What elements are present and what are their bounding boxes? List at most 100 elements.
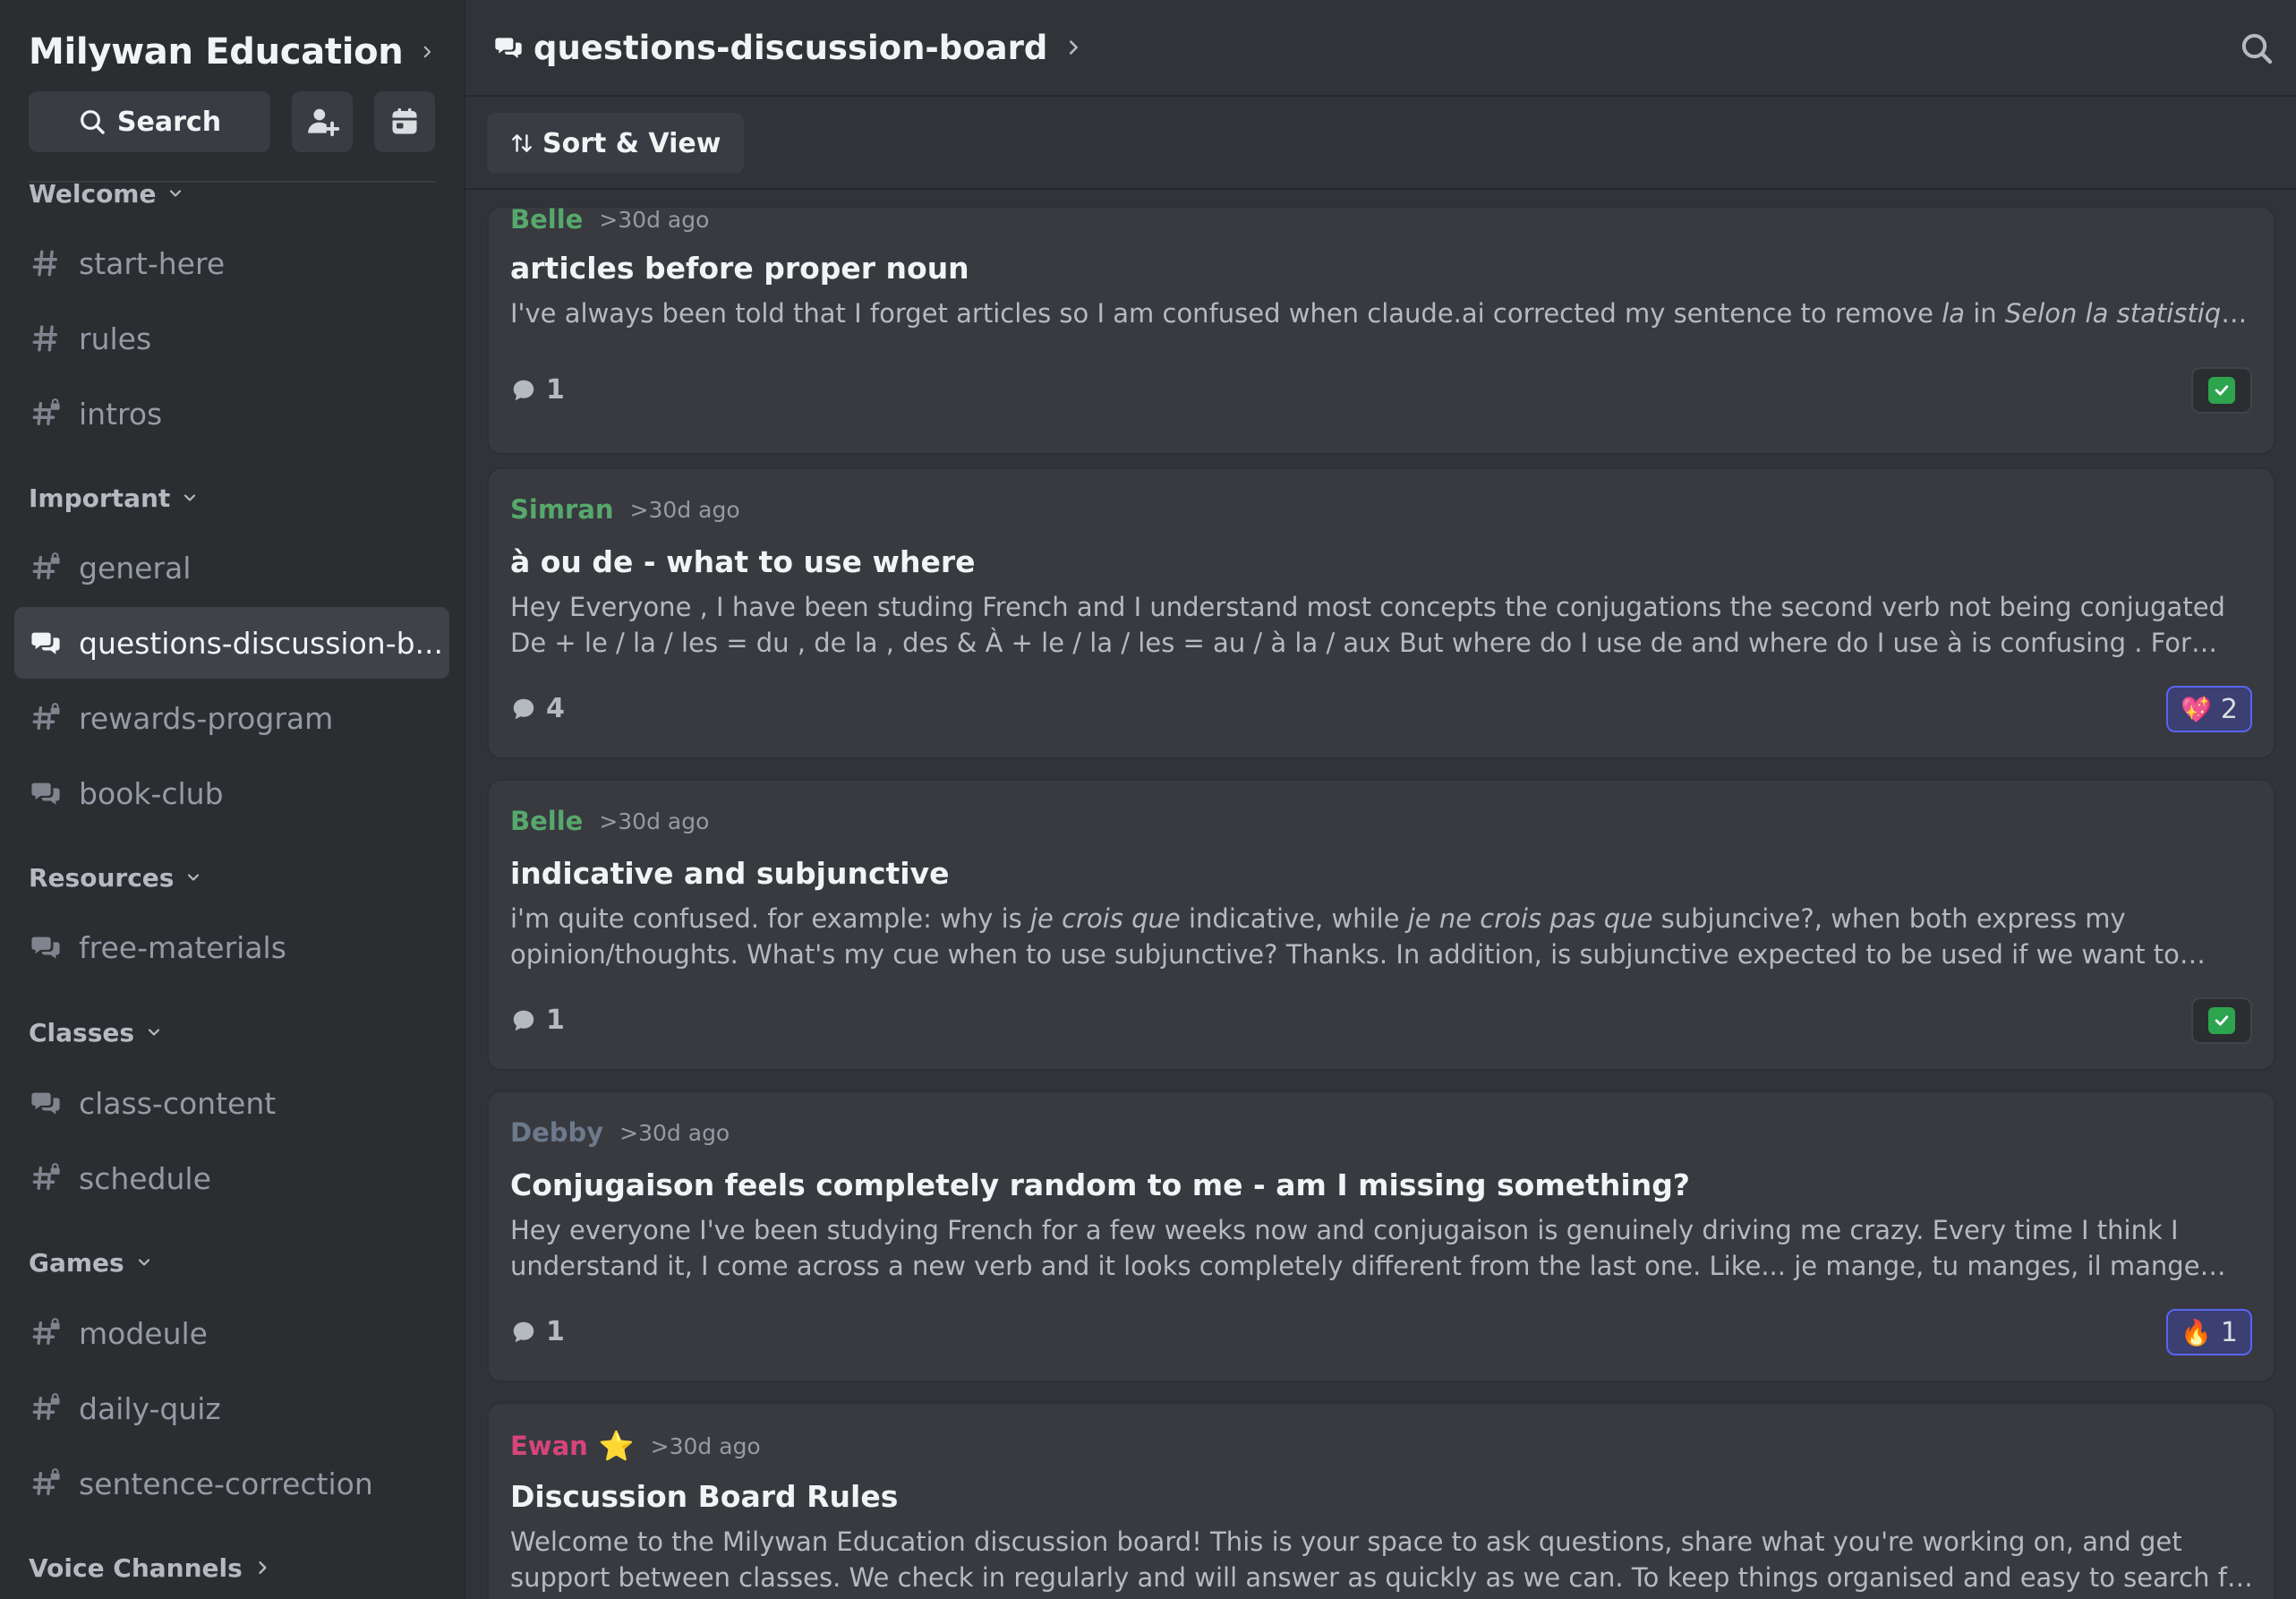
post-preview: Hey Everyone , I have been studing Frenc… bbox=[510, 592, 2225, 658]
server-header[interactable]: Milywan Education bbox=[29, 25, 435, 79]
post-preview: Welcome to the Milywan Education discuss… bbox=[510, 1526, 2254, 1593]
channel-label: sentence-correction bbox=[79, 1466, 373, 1501]
solved-reaction[interactable] bbox=[2191, 367, 2252, 414]
reply-count-value: 1 bbox=[546, 1005, 565, 1036]
solved-reaction[interactable] bbox=[2191, 997, 2252, 1044]
channel-label: general bbox=[79, 550, 192, 586]
forum-icon bbox=[494, 33, 523, 62]
hash-icon bbox=[30, 248, 61, 278]
channel-rules[interactable]: rules bbox=[14, 303, 449, 374]
category-label: Welcome bbox=[29, 178, 157, 209]
hash-lock-icon bbox=[30, 1393, 61, 1424]
search-button[interactable]: Search bbox=[29, 91, 270, 152]
post-card[interactable]: Ewan ⭐ >30d ago Discussion Board Rules W… bbox=[487, 1402, 2275, 1599]
fire-icon: 🔥 bbox=[2181, 1317, 2212, 1347]
channel-schedule[interactable]: schedule bbox=[14, 1142, 449, 1214]
post-meta: Debby >30d ago bbox=[510, 1117, 730, 1148]
hash-lock-icon bbox=[30, 552, 61, 583]
channel-label: start-here bbox=[79, 245, 226, 281]
heart-reaction[interactable]: 💖 2 bbox=[2166, 686, 2252, 732]
channel-free-materials[interactable]: free-materials bbox=[14, 911, 449, 983]
post-list: Belle >30d ago articles before proper no… bbox=[465, 192, 2296, 1599]
chevron-right-icon[interactable] bbox=[1063, 38, 1083, 57]
post-title: Conjugaison feels completely random to m… bbox=[510, 1167, 1690, 1202]
server-name: Milywan Education bbox=[29, 31, 404, 73]
category-label: Games bbox=[29, 1247, 124, 1278]
chevron-right-icon bbox=[253, 1559, 271, 1577]
channel-rewards-program[interactable]: rewards-program bbox=[14, 682, 449, 754]
post-card[interactable]: Belle >30d ago indicative and subjunctiv… bbox=[487, 779, 2275, 1071]
category-games[interactable]: Games bbox=[29, 1244, 153, 1280]
sort-view-label: Sort & View bbox=[542, 127, 721, 159]
reaction-count: 2 bbox=[2220, 693, 2238, 725]
post-time: >30d ago bbox=[599, 206, 710, 233]
page-title: questions-discussion-board bbox=[533, 28, 1048, 67]
post-time: >30d ago bbox=[650, 1432, 761, 1459]
post-author[interactable]: Debby bbox=[510, 1117, 603, 1148]
search-button-label: Search bbox=[116, 106, 222, 138]
channel-label: class-content bbox=[79, 1085, 277, 1121]
post-time: >30d ago bbox=[629, 496, 740, 523]
channel-label: questions-discussion-b... bbox=[79, 625, 444, 661]
channel-book-club[interactable]: book-club bbox=[14, 757, 449, 829]
channel-label: free-materials bbox=[79, 929, 286, 965]
post-meta: Ewan ⭐ >30d ago bbox=[510, 1429, 761, 1463]
reply-count-value: 1 bbox=[546, 374, 565, 406]
post-title: à ou de - what to use where bbox=[510, 544, 976, 579]
check-mark-icon bbox=[2208, 1007, 2235, 1034]
speech-bubble-icon bbox=[510, 1007, 537, 1034]
channel-sentence-correction[interactable]: sentence-correction bbox=[14, 1448, 449, 1519]
reply-count-value: 1 bbox=[546, 1316, 565, 1347]
sort-icon bbox=[512, 134, 532, 152]
post-card[interactable]: Belle >30d ago articles before proper no… bbox=[487, 204, 2275, 455]
events-button[interactable] bbox=[374, 91, 435, 152]
channel-start-here[interactable]: start-here bbox=[14, 227, 449, 299]
category-resources[interactable]: Resources bbox=[29, 859, 202, 895]
chevron-down-icon bbox=[184, 868, 202, 886]
post-author[interactable]: Simran bbox=[510, 494, 614, 525]
post-author[interactable]: Ewan bbox=[510, 1431, 588, 1461]
chevron-down-icon bbox=[181, 489, 199, 507]
post-card[interactable]: Debby >30d ago Conjugaison feels complet… bbox=[487, 1090, 2275, 1382]
sidebar-toolbar: Search bbox=[29, 91, 435, 152]
reply-count: 1 bbox=[510, 1316, 565, 1347]
post-time: >30d ago bbox=[599, 808, 710, 834]
forum-icon bbox=[30, 778, 61, 808]
fire-reaction[interactable]: 🔥 1 bbox=[2166, 1309, 2252, 1355]
post-author[interactable]: Belle bbox=[510, 204, 583, 235]
search-icon[interactable] bbox=[2239, 30, 2275, 66]
star-icon: ⭐ bbox=[598, 1429, 635, 1463]
channel-daily-quiz[interactable]: daily-quiz bbox=[14, 1372, 449, 1444]
hash-icon bbox=[30, 323, 61, 354]
invite-people-button[interactable] bbox=[292, 91, 353, 152]
category-classes[interactable]: Classes bbox=[29, 1014, 163, 1050]
channel-label: intros bbox=[79, 396, 163, 432]
post-preview-text: i'm quite confused. for example: why is bbox=[510, 903, 1030, 934]
channel-class-content[interactable]: class-content bbox=[14, 1067, 449, 1139]
post-preview: I've always been told that I forget arti… bbox=[510, 295, 2256, 331]
post-preview-italic: je crois que bbox=[1030, 903, 1181, 934]
hash-lock-icon bbox=[30, 1318, 61, 1348]
hash-lock-icon bbox=[30, 1163, 61, 1193]
category-important[interactable]: Important bbox=[29, 480, 199, 516]
reaction-count: 1 bbox=[2220, 1316, 2238, 1348]
hash-lock-icon bbox=[30, 703, 61, 733]
channel-sidebar: Milywan Education Search Welcome start-h… bbox=[0, 0, 465, 1599]
post-meta: Belle >30d ago bbox=[510, 204, 709, 235]
reply-count: 1 bbox=[510, 1005, 565, 1036]
post-meta: Simran >30d ago bbox=[510, 494, 740, 525]
channel-questions-discussion-board[interactable]: questions-discussion-b... bbox=[14, 607, 449, 679]
category-welcome[interactable]: Welcome bbox=[29, 175, 184, 211]
category-label: Resources bbox=[29, 862, 175, 893]
search-icon bbox=[78, 107, 107, 136]
sort-view-button[interactable]: Sort & View bbox=[487, 113, 745, 174]
chevron-down-icon bbox=[135, 1253, 153, 1271]
channel-general[interactable]: general bbox=[14, 532, 449, 603]
category-voice-channels[interactable]: Voice Channels bbox=[29, 1550, 271, 1586]
post-card[interactable]: Simran >30d ago à ou de - what to use wh… bbox=[487, 467, 2275, 759]
reply-count: 4 bbox=[510, 693, 565, 724]
post-author[interactable]: Belle bbox=[510, 806, 583, 836]
channel-modeule[interactable]: modeule bbox=[14, 1297, 449, 1369]
post-meta: Belle >30d ago bbox=[510, 806, 709, 836]
channel-intros[interactable]: intros bbox=[14, 378, 449, 449]
